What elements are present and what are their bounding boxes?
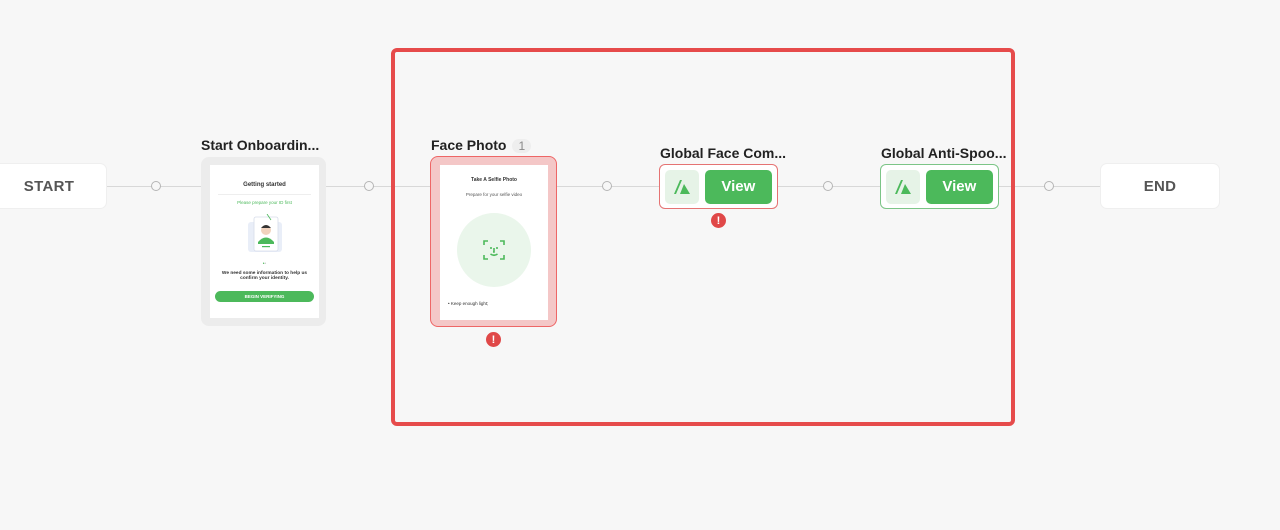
step-title-anti-spoof: Global Anti-Spoo... [881, 145, 1007, 161]
face-photo-error-icon[interactable]: ! [486, 332, 501, 347]
start-node[interactable]: START [0, 164, 106, 208]
face-photo-card[interactable]: Take A Selfie Photo Prepare for your sel… [430, 156, 557, 327]
preview-begin-button: BEGIN VERIFYING [215, 291, 314, 302]
face-photo-title: Face Photo [431, 137, 507, 153]
pager-dots: •• [262, 261, 267, 267]
selfie-heading: Take A Selfie Photo [471, 177, 517, 183]
preview-subheading: Please prepare your ID first [237, 200, 292, 205]
selfie-bullet: • Keep enough light; [448, 301, 489, 306]
step-title-face-compare: Global Face Com... [660, 145, 787, 161]
face-scan-circle [457, 213, 531, 287]
end-node[interactable]: END [1101, 164, 1219, 208]
step-title-face-photo: Face Photo 1 [431, 137, 532, 153]
anti-spoof-view-button[interactable]: View [925, 169, 993, 204]
face-compare-error-icon[interactable]: ! [711, 213, 726, 228]
preview-divider [218, 194, 311, 195]
face-photo-preview: Take A Selfie Photo Prepare for your sel… [440, 165, 548, 320]
step-title-onboarding: Start Onboardin... [201, 137, 320, 153]
id-illustration [245, 213, 285, 256]
face-compare-view-button[interactable]: View [704, 169, 772, 204]
onboarding-card[interactable]: Getting started Please prepare your ID f… [201, 157, 326, 326]
face-compare-node[interactable]: View [659, 164, 778, 209]
onboarding-preview: Getting started Please prepare your ID f… [210, 165, 319, 318]
anti-spoof-node[interactable]: View [880, 164, 999, 209]
plugin-logo-icon [886, 169, 920, 204]
plugin-logo-icon [665, 169, 699, 204]
connector-node[interactable] [1044, 181, 1054, 191]
preview-heading: Getting started [243, 182, 286, 188]
face-scan-icon [483, 240, 505, 260]
connector-node[interactable] [364, 181, 374, 191]
selfie-subheading: Prepare for your selfie video [465, 192, 523, 197]
connector-node[interactable] [151, 181, 161, 191]
preview-body-line2: confirm your identity. [240, 276, 289, 281]
step-count-badge: 1 [512, 139, 532, 153]
